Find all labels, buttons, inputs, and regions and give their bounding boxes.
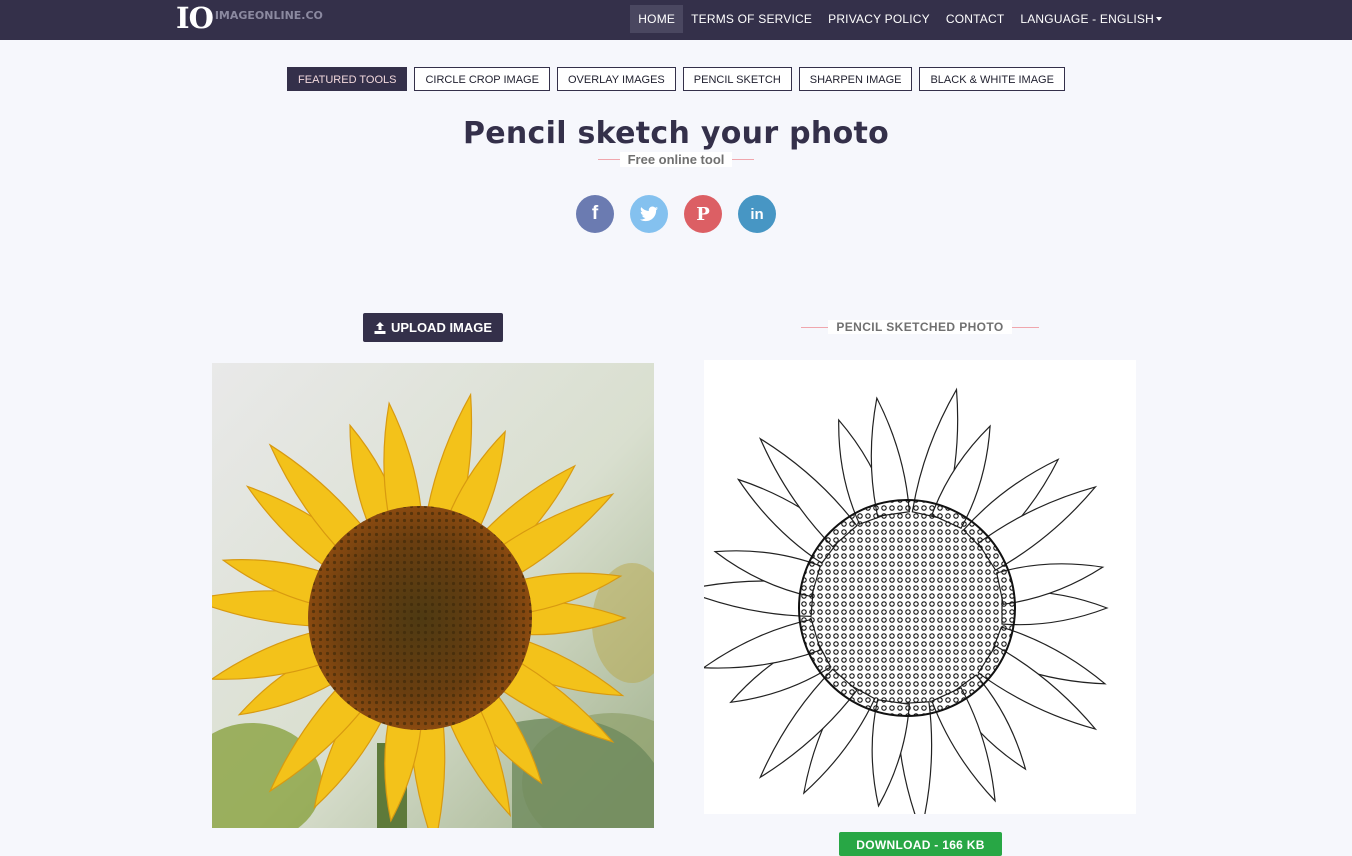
divider-right: [732, 159, 755, 160]
nav-home[interactable]: HOME: [630, 5, 684, 33]
nav-language-dropdown[interactable]: LANGUAGE - ENGLISH: [1012, 5, 1170, 33]
tool-sharpen-image[interactable]: SHARPEN IMAGE: [798, 67, 913, 91]
twitter-icon: [640, 206, 658, 222]
upload-icon: [374, 321, 386, 334]
linkedin-share-button[interactable]: in: [738, 195, 776, 233]
caret-down-icon: [1156, 16, 1162, 21]
page-title: Pencil sketch your photo: [462, 116, 890, 151]
tool-pencil-sketch[interactable]: PENCIL SKETCH: [682, 67, 792, 91]
result-label: PENCIL SKETCHED PHOTO: [828, 320, 1012, 334]
facebook-share-button[interactable]: f: [576, 195, 614, 233]
brand-logo[interactable]: IO IMAGEONLINE.CO: [176, 0, 323, 40]
tool-overlay-images[interactable]: OVERLAY IMAGES: [556, 67, 676, 91]
language-label: LANGUAGE - ENGLISH: [1020, 12, 1154, 26]
upload-label: UPLOAD IMAGE: [390, 320, 493, 335]
facebook-icon: f: [591, 203, 599, 224]
download-button[interactable]: DOWNLOAD - 166 KB: [839, 832, 1002, 856]
pinterest-icon: P: [696, 203, 710, 225]
original-image: [212, 363, 654, 828]
twitter-share-button[interactable]: [630, 195, 668, 233]
upload-image-button[interactable]: UPLOAD IMAGE: [363, 313, 503, 342]
divider-right: [1011, 326, 1039, 328]
tool-featured-tools[interactable]: FEATURED TOOLS: [287, 67, 408, 91]
social-share: f P in: [0, 195, 1352, 233]
nav-links: HOME TERMS OF SERVICE PRIVACY POLICY CON…: [630, 5, 1170, 33]
sketched-image: [704, 360, 1136, 814]
tool-circle-crop[interactable]: CIRCLE CROP IMAGE: [414, 67, 550, 91]
top-navbar: IO IMAGEONLINE.CO HOME TERMS OF SERVICE …: [0, 0, 1352, 40]
sunflower-sketch: [704, 360, 1136, 814]
tools-bar: FEATURED TOOLS CIRCLE CROP IMAGE OVERLAY…: [0, 67, 1352, 91]
tool-black-white[interactable]: BLACK & WHITE IMAGE: [919, 67, 1065, 91]
brand-mark: IO: [176, 1, 214, 35]
linkedin-icon: in: [750, 205, 764, 223]
subtitle-block: Free online tool: [0, 152, 1352, 167]
pinterest-share-button[interactable]: P: [684, 195, 722, 233]
divider-left: [801, 326, 829, 328]
divider-left: [597, 159, 620, 160]
result-heading: PENCIL SKETCHED PHOTO: [801, 320, 1039, 334]
nav-contact[interactable]: CONTACT: [938, 5, 1013, 33]
nav-terms[interactable]: TERMS OF SERVICE: [683, 5, 820, 33]
sunflower-photo: [212, 363, 654, 828]
brand-name: IMAGEONLINE.CO: [214, 8, 323, 22]
nav-privacy[interactable]: PRIVACY POLICY: [820, 5, 938, 33]
page-subtitle: Free online tool: [619, 152, 733, 167]
